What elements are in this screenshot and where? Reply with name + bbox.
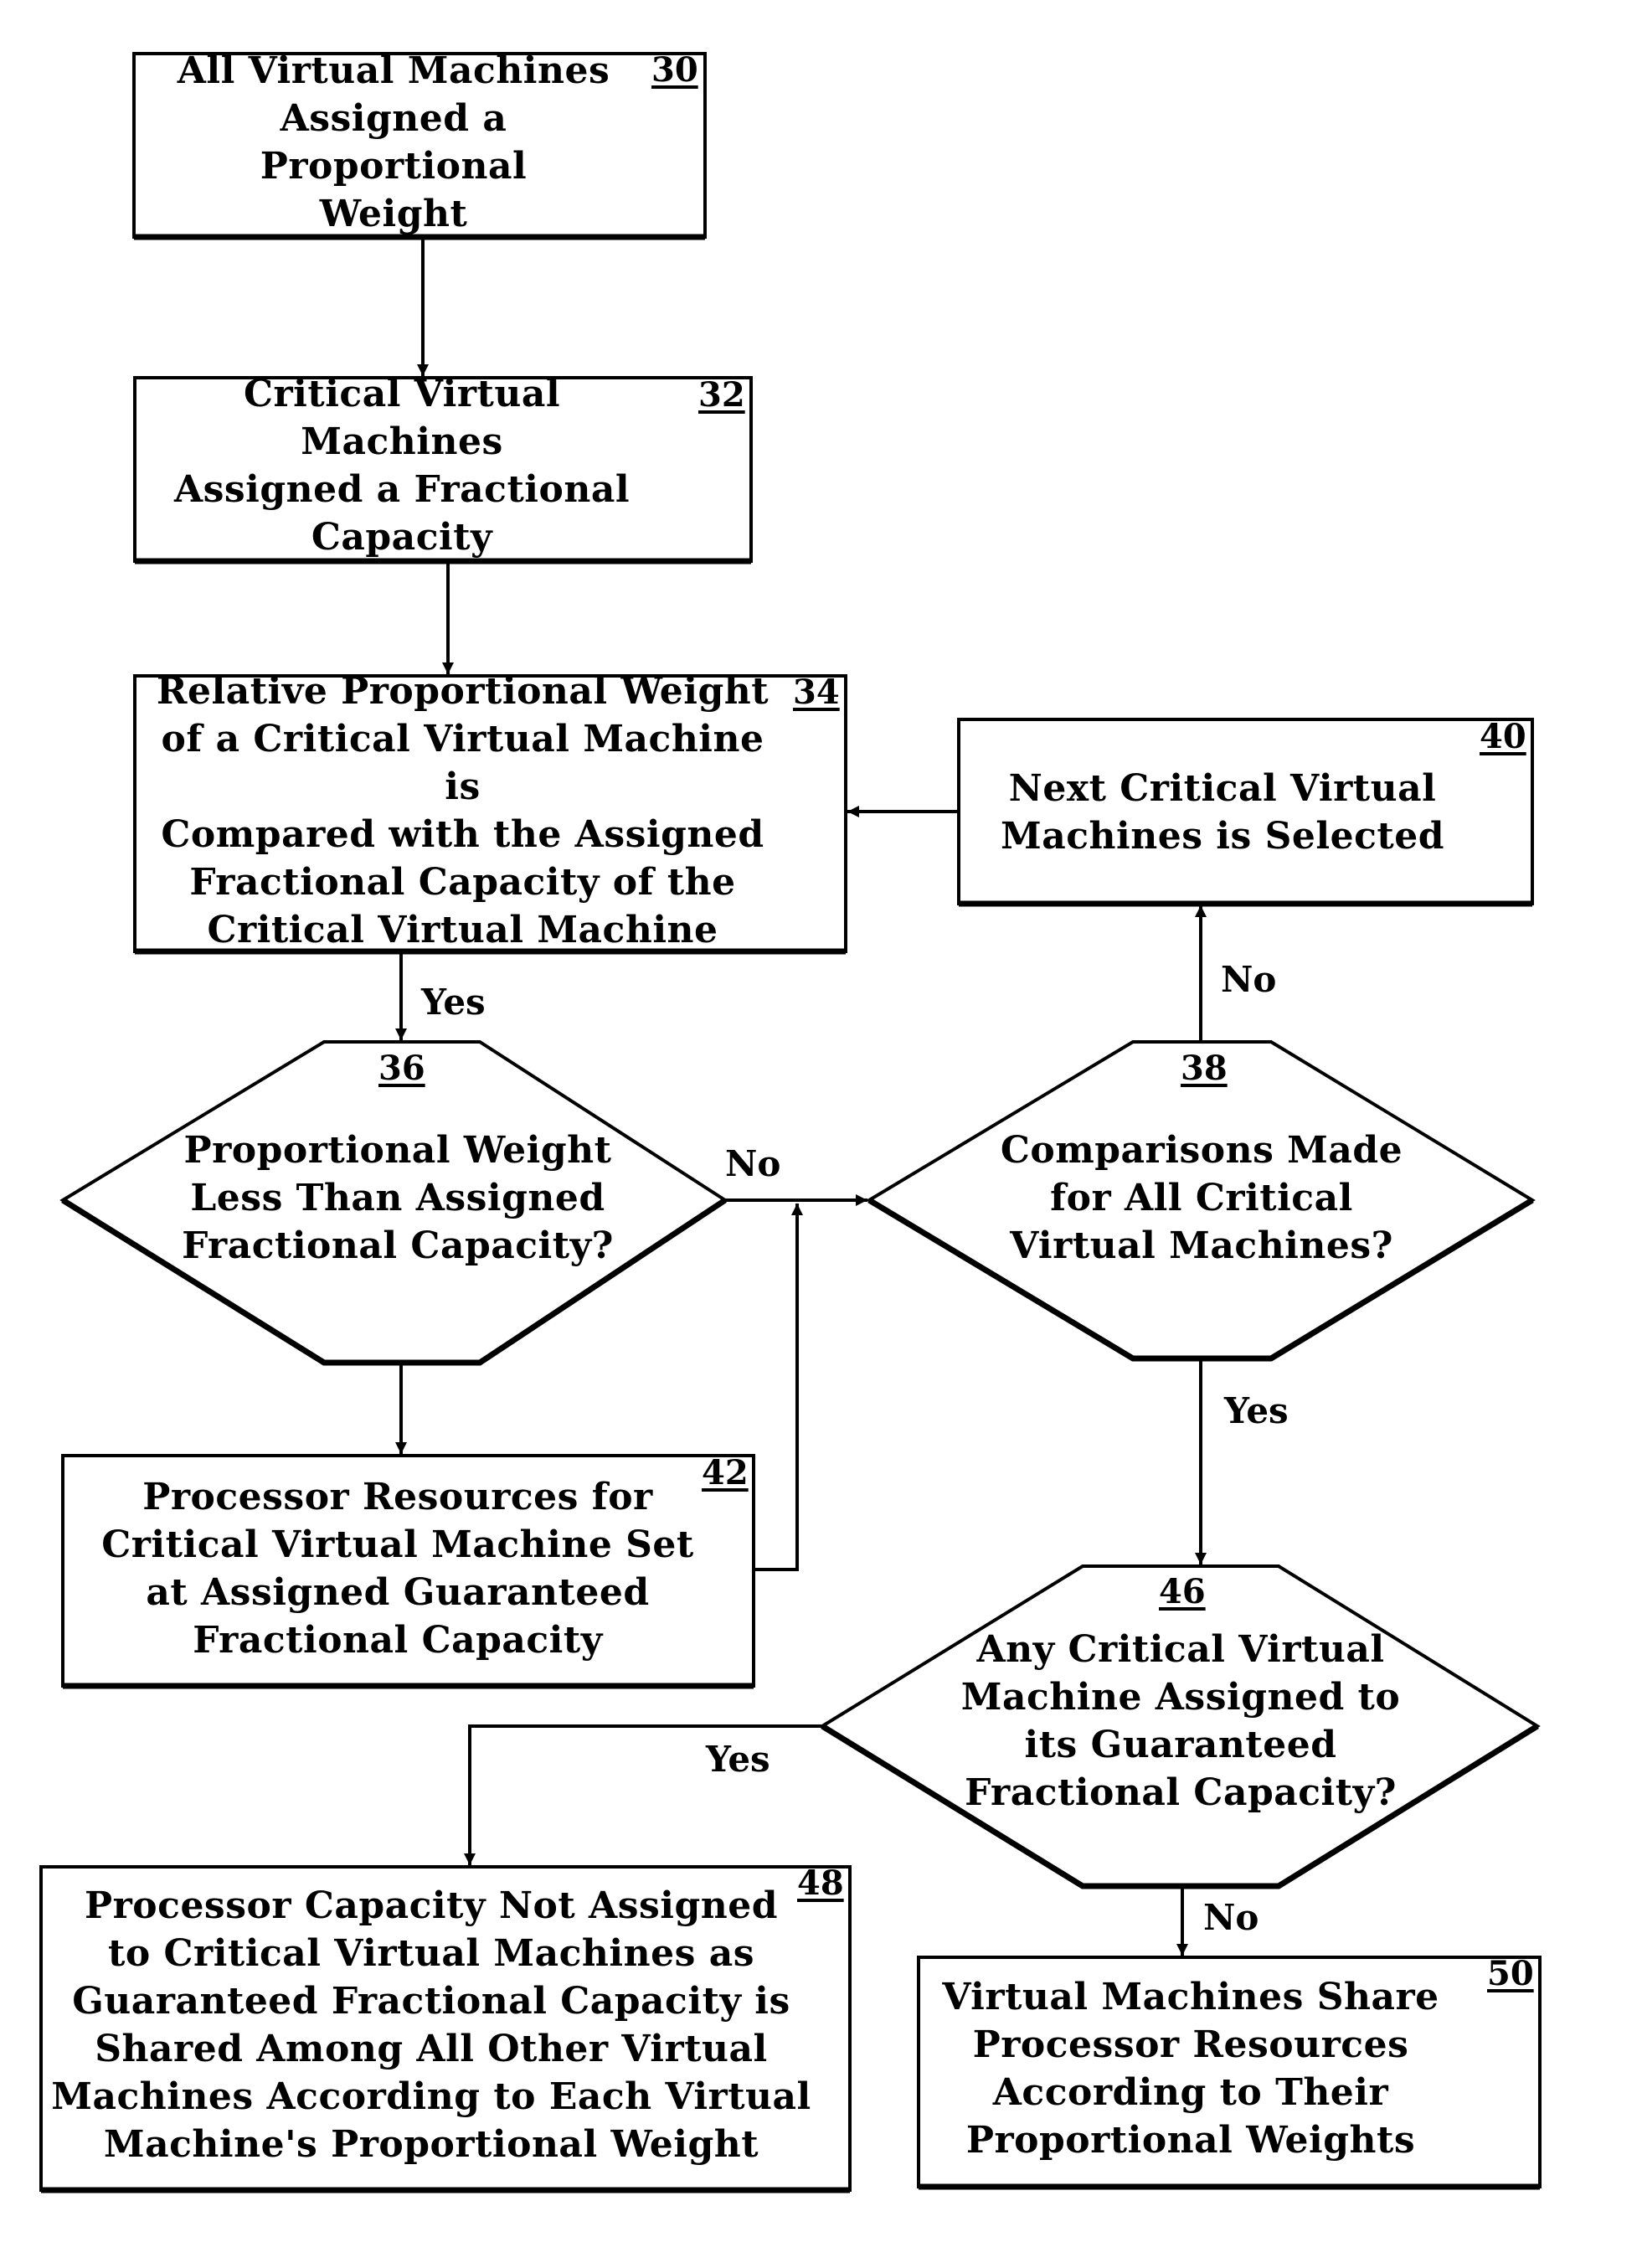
node-50-text: Virtual Machines Share Processor Resource… xyxy=(942,1976,1439,2162)
node-30-text: All Virtual Machines Assigned a Proportio… xyxy=(177,49,610,235)
edge-label-38-46-yes: Yes xyxy=(1224,1390,1289,1431)
node-40-text: Next Critical Virtual Machines is Selecte… xyxy=(1001,767,1444,858)
node-36-ref: 36 xyxy=(378,1049,425,1088)
node-38-ref: 38 xyxy=(1181,1049,1228,1088)
node-38-text: Comparisons Made for All Critical Virtual … xyxy=(1000,1128,1403,1267)
node-36-text: Proportional Weight Less Than Assigned Fra… xyxy=(182,1128,614,1267)
node-48-text: Processor Capacity Not Assigned to Critic… xyxy=(51,1884,811,2166)
node-34-text: Relative Proportional Weight of a Critica… xyxy=(156,669,770,951)
node-46-text: Any Critical Virtual Machine Assigned to i… xyxy=(960,1628,1401,1814)
edge-label-38-40-no: No xyxy=(1221,959,1277,1000)
edge-label-36-38-no: No xyxy=(725,1143,781,1184)
node-40-ref: 40 xyxy=(1480,717,1526,756)
node-34-ref: 34 xyxy=(793,673,840,712)
node-46-ref: 46 xyxy=(1159,1572,1206,1611)
node-42-text: Processor Resources for Critical Virtual … xyxy=(101,1475,694,1662)
edge-label-34-36-yes: Yes xyxy=(421,982,486,1023)
node-50-ref: 50 xyxy=(1487,1954,1534,1993)
node-30-ref: 30 xyxy=(651,50,698,90)
node-32-ref: 32 xyxy=(698,375,745,415)
edge-label-46-48-yes: Yes xyxy=(706,1739,770,1780)
edge-label-46-50-no: No xyxy=(1203,1897,1259,1938)
node-48-ref: 48 xyxy=(797,1863,844,1903)
node-42-ref: 42 xyxy=(702,1453,749,1492)
node-32-text: Critical Virtual Machines Assigned a Frac… xyxy=(173,373,631,559)
edge-42-join xyxy=(754,1204,803,1571)
